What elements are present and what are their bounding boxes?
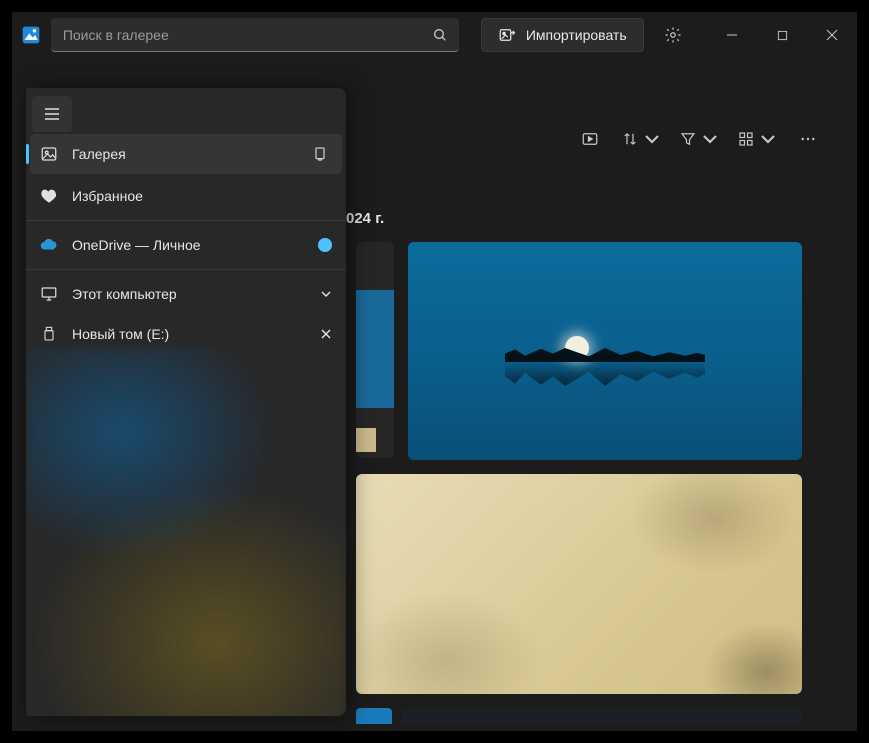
image-icon [40,145,58,163]
gallery-toolbar [571,120,827,158]
chevron-down-icon [701,130,719,148]
thumbnail-image[interactable] [356,708,392,724]
close-icon[interactable] [320,328,332,340]
sidebar-item-favorites[interactable]: Избранное [26,176,346,216]
navigation-panel: Галерея Избранное OneDrive — Личное [26,88,346,716]
divider [26,269,346,270]
slideshow-button[interactable] [571,120,609,158]
pin-icon [312,146,328,162]
sidebar-item-label: OneDrive — Личное [72,237,201,253]
sidebar-item-label: Галерея [72,146,126,162]
settings-button[interactable] [652,18,694,52]
chevron-down-icon [320,288,332,300]
filter-button[interactable] [673,120,725,158]
more-button[interactable] [789,120,827,158]
cloud-icon [40,236,58,254]
thumbnail-image[interactable] [356,474,802,694]
import-icon [498,26,516,44]
sidebar-item-onedrive[interactable]: OneDrive — Личное [26,225,346,265]
search-icon[interactable] [425,20,455,50]
search-input[interactable] [63,27,419,43]
app-window: Импортировать 024 г. [12,12,857,731]
maximize-button[interactable] [761,18,803,52]
search-field[interactable] [51,18,459,52]
sidebar-item-drive-e[interactable]: Новый том (E:) [26,314,346,354]
import-button[interactable]: Импортировать [481,18,644,52]
divider [26,220,346,221]
sidebar-item-label: Избранное [72,188,143,204]
hamburger-button[interactable] [32,96,72,132]
view-button[interactable] [731,120,783,158]
chevron-down-icon [643,130,661,148]
usb-drive-icon [40,325,58,343]
heart-icon [40,187,58,205]
thumbnail-image[interactable] [402,708,802,724]
app-logo-icon [20,23,43,47]
chevron-down-icon [759,130,777,148]
sidebar-item-this-pc[interactable]: Этот компьютер [26,274,346,314]
sync-status-dot-icon [318,238,332,252]
sidebar-item-label: Этот компьютер [72,286,177,302]
sidebar-item-label: Новый том (E:) [72,326,169,342]
titlebar: Импортировать [12,12,857,58]
minimize-button[interactable] [711,18,753,52]
date-heading-fragment: 024 г. [346,210,384,227]
thumbnail-image[interactable] [408,242,802,460]
sort-button[interactable] [615,120,667,158]
close-button[interactable] [811,18,853,52]
import-label: Импортировать [526,27,627,43]
sidebar-item-gallery[interactable]: Галерея [30,134,342,174]
monitor-icon [40,285,58,303]
thumbnail-stack[interactable] [356,242,394,458]
